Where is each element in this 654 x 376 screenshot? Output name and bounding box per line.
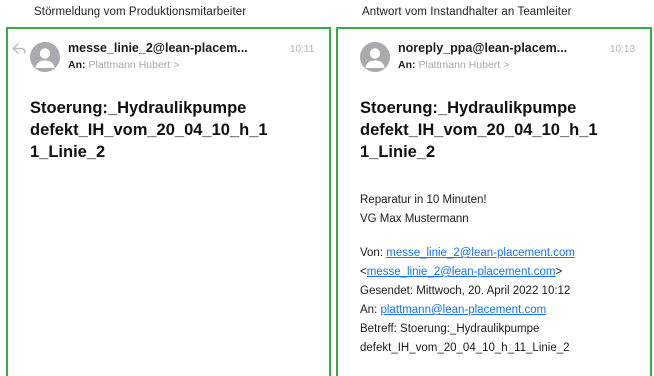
recipient-name[interactable]: Plattmann Hubert > — [419, 59, 510, 71]
recipient-name[interactable]: Plattmann Hubert > — [89, 59, 180, 71]
person-avatar-icon — [365, 48, 385, 68]
quoted-from-link[interactable]: messe_linie_2@lean-placement.com — [386, 247, 575, 259]
subject-line: 1_Linie_2 — [30, 143, 106, 161]
sender-avatar — [30, 42, 60, 72]
caption-left: Störmeldung vom Produktionsmitarbeiter — [34, 6, 247, 18]
caption-right: Antwort vom Instandhalter an Teamleiter — [362, 6, 572, 18]
recipient-line: An: Plattmann Hubert > — [398, 59, 509, 71]
quoted-subject-rest: defekt_IH_vom_20_04_10_h_11_Linie_2 — [360, 342, 570, 354]
quoted-to-link[interactable]: plattmann@lean-placement.com — [380, 304, 546, 316]
email-panel-right: noreply_ppa@lean-placem... 10:13 An: Plat… — [336, 27, 652, 376]
quoted-to-line: An: plattmann@lean-placement.com — [360, 301, 648, 320]
email-panel-left: messe_linie_2@lean-placem... 10:11 An: Pl… — [6, 27, 331, 376]
email-subject: Stoerung:_Hydraulikpumpe defekt_IH_vom_2… — [30, 97, 320, 163]
quoted-to-label: An: — [360, 304, 378, 316]
email-subject: Stoerung:_Hydraulikpumpe defekt_IH_vom_2… — [360, 97, 648, 163]
email-time: 10:13 — [610, 44, 636, 55]
body-spacer — [360, 229, 648, 244]
subject-line: Stoerung:_Hydraulikpumpe — [360, 99, 577, 117]
quoted-subject-line: Betreff: Stoerung:_Hydraulikpumpe — [360, 323, 540, 335]
quoted-from-link-2[interactable]: messe_linie_2@lean-placement.com — [367, 266, 556, 278]
subject-line: Stoerung:_Hydraulikpumpe — [30, 99, 247, 117]
subject-line: defekt_IH_vom_20_04_10_h_1 — [360, 121, 598, 139]
sender-avatar — [360, 42, 390, 72]
recipient-label: An: — [398, 59, 416, 71]
email-body: Reparatur in 10 Minuten! VG Max Musterma… — [360, 191, 648, 358]
body-signature: VG Max Mustermann — [360, 213, 469, 225]
recipient-line: An: Plattmann Hubert > — [68, 59, 179, 71]
email-time: 10:11 — [290, 44, 315, 55]
sender-address[interactable]: messe_linie_2@lean-placem... — [68, 41, 248, 55]
body-message: Reparatur in 10 Minuten! — [360, 194, 487, 206]
subject-line: defekt_IH_vom_20_04_10_h_1 — [30, 121, 268, 139]
person-avatar-icon — [35, 48, 55, 68]
reply-arrow-icon[interactable] — [12, 43, 26, 55]
quoted-from-line: Von: messe_linie_2@lean-placement.com — [360, 244, 648, 263]
subject-line: 1_Linie_2 — [360, 143, 436, 161]
quoted-from-label: Von: — [360, 247, 384, 259]
quoted-from-line-2: <messe_linie_2@lean-placement.com> — [360, 266, 563, 278]
quoted-sent-line: Gesendet: Mittwoch, 20. April 2022 10:12 — [360, 285, 571, 297]
recipient-label: An: — [68, 59, 86, 71]
sender-address[interactable]: noreply_ppa@lean-placem... — [398, 41, 567, 55]
